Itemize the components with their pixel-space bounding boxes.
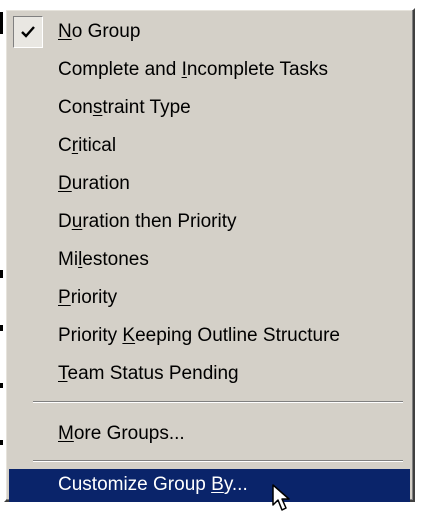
menu-item-customize-group-by[interactable]: Customize Group By... bbox=[9, 469, 410, 502]
window-edge-mark bbox=[0, 325, 3, 331]
menu-item-label: Milestones bbox=[58, 249, 149, 270]
menu-item-label: Complete and Incomplete Tasks bbox=[58, 59, 329, 80]
menu-item-more-groups[interactable]: More Groups... bbox=[9, 415, 410, 453]
menu-item-label: No Group bbox=[58, 21, 141, 42]
check-gutter bbox=[13, 16, 43, 48]
menu-item-critical[interactable]: Critical bbox=[9, 127, 410, 165]
menu-item-no-group[interactable]: No Group bbox=[9, 13, 410, 51]
check-icon bbox=[21, 26, 35, 38]
menu-item-milestones[interactable]: Milestones bbox=[9, 241, 410, 279]
menu-item-label: Team Status Pending bbox=[58, 363, 239, 384]
menu-item-label: Critical bbox=[58, 135, 117, 156]
menu-separator bbox=[33, 460, 403, 462]
menu-item-label: Priority bbox=[58, 287, 118, 308]
menu-item-label: Customize Group By... bbox=[58, 474, 248, 495]
menu-item-label: Duration bbox=[58, 173, 130, 194]
menu-item-team-status-pending[interactable]: Team Status Pending bbox=[9, 355, 410, 393]
window-edge-mark bbox=[0, 383, 3, 388]
menu-item-label: Duration then Priority bbox=[58, 211, 237, 232]
menu-item-priority-keeping-outline-structure[interactable]: Priority Keeping Outline Structure bbox=[9, 317, 410, 355]
menu-item-constraint-type[interactable]: Constraint Type bbox=[9, 89, 410, 127]
menu-item-priority[interactable]: Priority bbox=[9, 279, 410, 317]
menu-item-label: More Groups... bbox=[58, 423, 185, 444]
window-edge-mark bbox=[0, 440, 3, 445]
menu-item-duration-then-priority[interactable]: Duration then Priority bbox=[9, 203, 410, 241]
window-edge-mark bbox=[0, 12, 3, 34]
mouse-pointer-icon bbox=[272, 484, 290, 511]
menu-item-complete-and-incomplete-tasks[interactable]: Complete and Incomplete Tasks bbox=[9, 51, 410, 89]
group-by-menu: No Group Complete and Incomplete Tasks C… bbox=[4, 8, 415, 502]
menu-item-label: Priority Keeping Outline Structure bbox=[58, 325, 340, 346]
menu-separator bbox=[33, 401, 403, 403]
menu-item-duration[interactable]: Duration bbox=[9, 165, 410, 203]
menu-item-label: Constraint Type bbox=[58, 97, 191, 118]
window-edge-mark bbox=[0, 270, 3, 278]
screenshot: No Group Complete and Incomplete Tasks C… bbox=[0, 0, 421, 512]
